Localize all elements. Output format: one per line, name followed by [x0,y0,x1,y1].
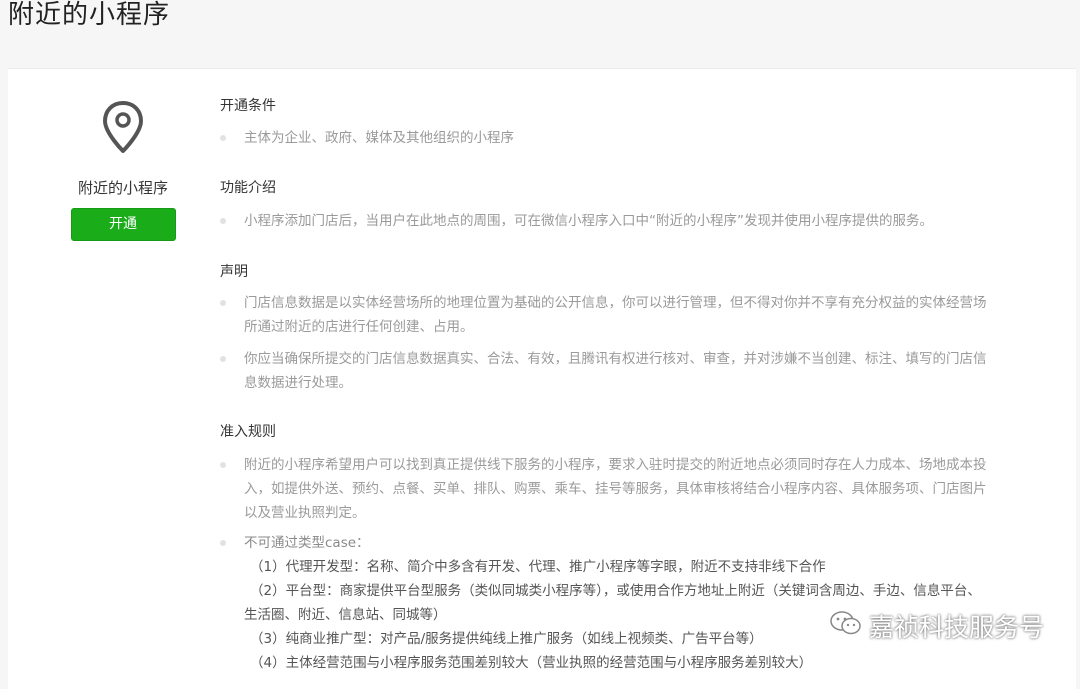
list-item: 附近的小程序希望用户可以找到真正提供线下服务的小程序，要求入驻时提交的附近地点必… [220,453,1050,525]
wechat-icon [829,609,863,643]
bullet-icon [220,218,226,224]
case-line: （4）主体经营范围与小程序服务范围差别较大（营业执照的经营范围与小程序服务差别较… [250,655,813,671]
open-button[interactable]: 开通 [70,208,176,241]
page-title: 附近的小程序 [8,0,171,30]
bullet-icon [220,540,226,546]
feature-name: 附近的小程序 [77,179,168,197]
list-item: 门店信息数据是以实体经营场所的地理位置为基础的公开信息，你可以进行管理，但不得对… [220,291,1050,339]
case-line: （2）平台型：商家提供平台型服务（类似同城类小程序等），或使用合作方地址上附近（… [250,583,981,599]
list-item: 小程序添加门店后，当用户在此地点的周围，可在微信小程序入口中“附近的小程序”发现… [220,209,1050,233]
list-item: 不可通过类型case： （1）代理开发型：名称、简介中多含有开发、代理、推广小程… [220,531,1050,675]
feature-summary: 附近的小程序 开通 [68,99,178,241]
watermark: 嘉祯科技服务号 [829,608,1044,644]
feature-card: 附近的小程序 开通 开通条件 主体为企业、政府、媒体及其他组织的小程序 功能介绍… [8,68,1076,689]
bullet-icon [220,135,226,141]
watermark-text: 嘉祯科技服务号 [868,613,1044,642]
bullet-icon [220,356,226,362]
bullet-icon [220,462,226,468]
list-item: 主体为企业、政府、媒体及其他组织的小程序 [220,126,1050,150]
case-title: 不可通过类型case： [244,535,370,551]
location-pin-icon [99,99,147,159]
section-title-conditions: 开通条件 [220,98,276,114]
section-title-features: 功能介绍 [220,180,276,196]
bullet-icon [220,300,226,306]
list-item: 你应当确保所提交的门店信息数据真实、合法、有效，且腾讯有权进行核对、审查，并对涉… [220,347,1050,395]
case-line: （1）代理开发型：名称、简介中多含有开发、代理、推广小程序等字眼，附近不支持非线… [250,559,826,575]
section-title-statement: 声明 [220,264,248,280]
section-title-rules: 准入规则 [220,424,276,440]
